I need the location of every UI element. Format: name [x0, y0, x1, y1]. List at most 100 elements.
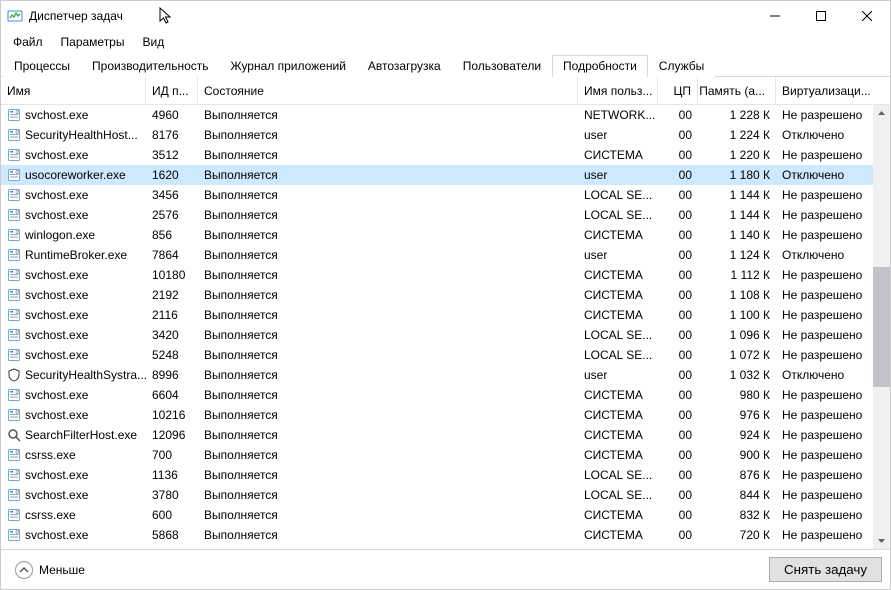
table-row[interactable]: csrss.exe700ВыполняетсяСИСТЕМА00900 КНе …: [1, 445, 890, 465]
process-status: Выполняется: [198, 265, 578, 285]
maximize-button[interactable]: [798, 1, 844, 31]
process-icon: [7, 428, 21, 442]
table-row[interactable]: RuntimeBroker.exe7864Выполняетсяuser001 …: [1, 245, 890, 265]
process-cpu: 00: [658, 465, 698, 485]
process-pid: 856: [146, 225, 198, 245]
process-memory: 1 220 К: [698, 145, 776, 165]
table-row[interactable]: svchost.exe10216ВыполняетсяСИСТЕМА00976 …: [1, 405, 890, 425]
table-row[interactable]: svchost.exe4960ВыполняетсяNETWORK...001 …: [1, 105, 890, 125]
process-status: Выполняется: [198, 305, 578, 325]
table-row[interactable]: svchost.exe6604ВыполняетсяСИСТЕМА00980 К…: [1, 385, 890, 405]
col-virtualization[interactable]: Виртуализаци...: [776, 77, 890, 104]
process-user: СИСТЕМА: [578, 305, 658, 325]
process-memory: 1 100 К: [698, 305, 776, 325]
close-button[interactable]: [844, 1, 890, 31]
process-memory: 712 К: [698, 545, 776, 549]
process-memory: 924 К: [698, 425, 776, 445]
tab-details[interactable]: Подробности: [552, 55, 648, 77]
process-name: SecurityHealthSystra...: [25, 368, 146, 382]
process-icon: [7, 408, 21, 422]
table-row[interactable]: svchost.exe2576ВыполняетсяLOCAL SE...001…: [1, 205, 890, 225]
process-name: svchost.exe: [25, 208, 88, 222]
table-row[interactable]: svchost.exe5868ВыполняетсяСИСТЕМА00720 К…: [1, 525, 890, 545]
scroll-thumb[interactable]: [873, 267, 890, 387]
col-pid[interactable]: ИД п...: [146, 77, 198, 104]
table-row[interactable]: wininit.exe692ВыполняетсяСИСТЕМА00712 КН…: [1, 545, 890, 549]
process-pid: 4960: [146, 105, 198, 125]
process-user: user: [578, 245, 658, 265]
process-pid: 2192: [146, 285, 198, 305]
col-status[interactable]: Состояние: [198, 77, 578, 104]
process-cpu: 00: [658, 185, 698, 205]
tab-services[interactable]: Службы: [648, 55, 715, 77]
process-name: RuntimeBroker.exe: [25, 248, 127, 262]
table-row[interactable]: svchost.exe3780ВыполняетсяLOCAL SE...008…: [1, 485, 890, 505]
window-title: Диспетчер задач: [29, 9, 123, 23]
table-row[interactable]: SecurityHealthSystra...8996Выполняетсяus…: [1, 365, 890, 385]
process-user: СИСТЕМА: [578, 405, 658, 425]
minimize-button[interactable]: [752, 1, 798, 31]
process-memory: 832 К: [698, 505, 776, 525]
process-icon: [7, 108, 21, 122]
process-pid: 10180: [146, 265, 198, 285]
table-row[interactable]: SecurityHealthHost...8176Выполняетсяuser…: [1, 125, 890, 145]
process-name: SearchFilterHost.exe: [25, 428, 137, 442]
tab-startup[interactable]: Автозагрузка: [357, 55, 452, 77]
table-row[interactable]: SearchFilterHost.exe12096ВыполняетсяСИСТ…: [1, 425, 890, 445]
col-cpu[interactable]: ЦП: [658, 77, 698, 104]
column-headers: Имя ИД п... Состояние Имя польз... ЦП Па…: [1, 77, 890, 105]
chevron-up-icon: [15, 561, 33, 579]
table-row[interactable]: svchost.exe3512ВыполняетсяСИСТЕМА001 220…: [1, 145, 890, 165]
process-pid: 7864: [146, 245, 198, 265]
table-row[interactable]: svchost.exe2116ВыполняетсяСИСТЕМА001 100…: [1, 305, 890, 325]
tab-performance[interactable]: Производительность: [81, 55, 219, 77]
process-icon: [7, 168, 21, 182]
col-memory[interactable]: Память (а...: [698, 77, 776, 104]
vertical-scrollbar[interactable]: [873, 105, 890, 549]
table-row[interactable]: svchost.exe3456ВыполняетсяLOCAL SE...001…: [1, 185, 890, 205]
process-memory: 1 224 К: [698, 125, 776, 145]
table-row[interactable]: svchost.exe2192ВыполняетсяСИСТЕМА001 108…: [1, 285, 890, 305]
process-user: user: [578, 365, 658, 385]
process-cpu: 00: [658, 165, 698, 185]
table-row[interactable]: usocoreworker.exe1620Выполняетсяuser001 …: [1, 165, 890, 185]
process-pid: 2116: [146, 305, 198, 325]
process-memory: 1 180 К: [698, 165, 776, 185]
process-pid: 2576: [146, 205, 198, 225]
process-name: svchost.exe: [25, 268, 88, 282]
col-name[interactable]: Имя: [1, 77, 146, 104]
process-memory: 1 228 К: [698, 105, 776, 125]
process-status: Выполняется: [198, 485, 578, 505]
menu-options[interactable]: Параметры: [53, 33, 133, 51]
tab-app-history[interactable]: Журнал приложений: [220, 55, 357, 77]
col-username[interactable]: Имя польз...: [578, 77, 658, 104]
table-row[interactable]: svchost.exe3420ВыполняетсяLOCAL SE...001…: [1, 325, 890, 345]
process-pid: 3420: [146, 325, 198, 345]
process-user: LOCAL SE...: [578, 465, 658, 485]
table-row[interactable]: svchost.exe1136ВыполняетсяLOCAL SE...008…: [1, 465, 890, 485]
process-pid: 600: [146, 505, 198, 525]
scroll-down-button[interactable]: [873, 532, 890, 549]
process-cpu: 00: [658, 385, 698, 405]
process-status: Выполняется: [198, 505, 578, 525]
menu-file[interactable]: Файл: [5, 33, 51, 51]
process-cpu: 00: [658, 285, 698, 305]
process-name: svchost.exe: [25, 288, 88, 302]
process-user: СИСТЕМА: [578, 525, 658, 545]
process-cpu: 00: [658, 205, 698, 225]
process-user: NETWORK...: [578, 105, 658, 125]
process-pid: 5248: [146, 345, 198, 365]
process-memory: 900 К: [698, 445, 776, 465]
fewer-details-button[interactable]: Меньше: [9, 557, 91, 583]
table-row[interactable]: csrss.exe600ВыполняетсяСИСТЕМА00832 КНе …: [1, 505, 890, 525]
table-row[interactable]: svchost.exe5248ВыполняетсяLOCAL SE...001…: [1, 345, 890, 365]
process-cpu: 00: [658, 545, 698, 549]
process-table-body: svchost.exe4960ВыполняетсяNETWORK...001 …: [1, 105, 890, 549]
table-row[interactable]: winlogon.exe856ВыполняетсяСИСТЕМА001 140…: [1, 225, 890, 245]
menu-view[interactable]: Вид: [134, 33, 172, 51]
tab-users[interactable]: Пользователи: [452, 55, 552, 77]
tab-processes[interactable]: Процессы: [3, 55, 81, 77]
table-row[interactable]: svchost.exe10180ВыполняетсяСИСТЕМА001 11…: [1, 265, 890, 285]
end-task-button[interactable]: Снять задачу: [769, 557, 882, 582]
scroll-up-button[interactable]: [873, 105, 890, 122]
